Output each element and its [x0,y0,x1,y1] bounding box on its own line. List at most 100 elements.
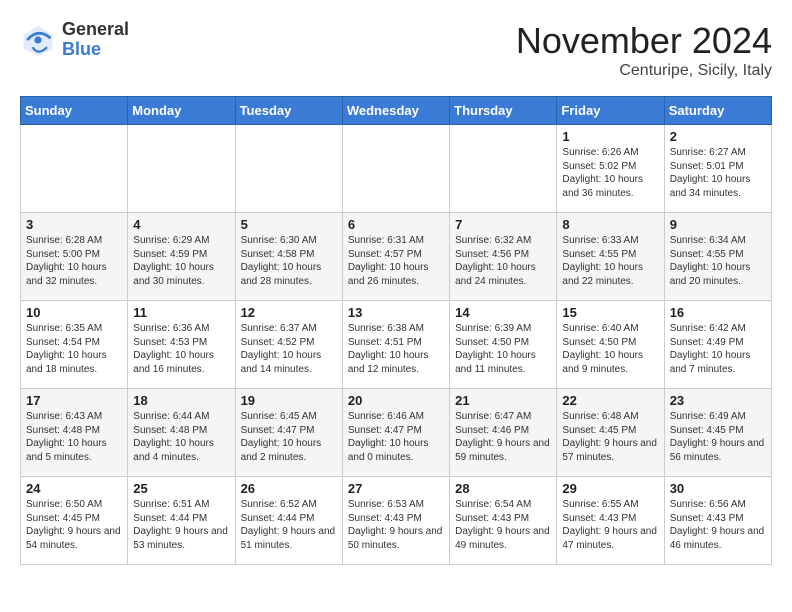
calendar-cell: 17 Sunrise: 6:43 AM Sunset: 4:48 PM Dayli… [21,389,128,477]
calendar-cell: 7Sunrise: 6:32 AM Sunset: 4:56 PM Daylig… [450,213,557,301]
day-number: 24 [26,481,122,496]
day-info: Sunrise: 6:37 AM Sunset: 4:52 PM Dayligh… [241,322,337,376]
day-number: 23 [670,393,766,408]
calendar-cell [450,125,557,213]
calendar-cell: 3 Sunrise: 6:28 AM Sunset: 5:00 PM Daylig… [21,213,128,301]
day-number: 16 [670,305,766,320]
day-header-friday: Friday [557,97,664,125]
day-number: 21 [455,393,551,408]
day-info: Sunrise: 6:51 AM Sunset: 4:44 PM Dayligh… [133,498,229,552]
calendar-cell: 26 Sunrise: 6:52 AM Sunset: 4:44 PM Dayli… [235,477,342,565]
calendar-cell: 12 Sunrise: 6:37 AM Sunset: 4:52 PM Dayli… [235,301,342,389]
day-info: Sunrise: 6:30 AM Sunset: 4:58 PM Dayligh… [241,234,337,288]
calendar-cell [235,125,342,213]
day-number: 14 [455,305,551,320]
day-info: Sunrise: 6:32 AM Sunset: 4:56 PM Dayligh… [455,234,551,288]
calendar-cell: 18 Sunrise: 6:44 AM Sunset: 4:48 PM Dayli… [128,389,235,477]
day-number: 26 [241,481,337,496]
day-number: 15 [562,305,658,320]
day-number: 9 [670,217,766,232]
calendar-cell: 25 Sunrise: 6:51 AM Sunset: 4:44 PM Dayli… [128,477,235,565]
day-header-wednesday: Wednesday [342,97,449,125]
day-info: Sunrise: 6:56 AM Sunset: 4:43 PM Dayligh… [670,498,766,552]
calendar-cell: 29Sunrise: 6:55 AM Sunset: 4:43 PM Dayli… [557,477,664,565]
calendar-cell: 30 Sunrise: 6:56 AM Sunset: 4:43 PM Dayli… [664,477,771,565]
day-info: Sunrise: 6:46 AM Sunset: 4:47 PM Dayligh… [348,410,444,464]
calendar-cell: 28 Sunrise: 6:54 AM Sunset: 4:43 PM Dayli… [450,477,557,565]
calendar-cell: 5 Sunrise: 6:30 AM Sunset: 4:58 PM Daylig… [235,213,342,301]
day-number: 2 [670,129,766,144]
calendar-week-3: 10Sunrise: 6:35 AM Sunset: 4:54 PM Dayli… [21,301,772,389]
page-header: General Blue November 2024 Centuripe, Si… [20,20,772,80]
calendar-cell: 15Sunrise: 6:40 AM Sunset: 4:50 PM Dayli… [557,301,664,389]
calendar-cell: 27 Sunrise: 6:53 AM Sunset: 4:43 PM Dayli… [342,477,449,565]
day-info: Sunrise: 6:49 AM Sunset: 4:45 PM Dayligh… [670,410,766,464]
logo-icon [20,22,56,58]
calendar-cell: 13 Sunrise: 6:38 AM Sunset: 4:51 PM Dayli… [342,301,449,389]
day-number: 12 [241,305,337,320]
day-number: 28 [455,481,551,496]
day-number: 19 [241,393,337,408]
logo-blue: Blue [62,40,129,60]
calendar-cell: 22 Sunrise: 6:48 AM Sunset: 4:45 PM Dayli… [557,389,664,477]
day-info: Sunrise: 6:27 AM Sunset: 5:01 PM Dayligh… [670,146,766,200]
day-number: 3 [26,217,122,232]
day-header-monday: Monday [128,97,235,125]
calendar-cell: 19Sunrise: 6:45 AM Sunset: 4:47 PM Dayli… [235,389,342,477]
day-number: 25 [133,481,229,496]
calendar-week-1: 1 Sunrise: 6:26 AM Sunset: 5:02 PM Daylig… [21,125,772,213]
day-number: 8 [562,217,658,232]
logo-general: General [62,20,129,40]
day-info: Sunrise: 6:52 AM Sunset: 4:44 PM Dayligh… [241,498,337,552]
day-number: 20 [348,393,444,408]
day-header-saturday: Saturday [664,97,771,125]
calendar-cell: 1 Sunrise: 6:26 AM Sunset: 5:02 PM Daylig… [557,125,664,213]
day-info: Sunrise: 6:31 AM Sunset: 4:57 PM Dayligh… [348,234,444,288]
calendar-cell: 8Sunrise: 6:33 AM Sunset: 4:55 PM Daylig… [557,213,664,301]
calendar-cell: 20 Sunrise: 6:46 AM Sunset: 4:47 PM Dayli… [342,389,449,477]
calendar-cell [342,125,449,213]
day-number: 5 [241,217,337,232]
day-info: Sunrise: 6:38 AM Sunset: 4:51 PM Dayligh… [348,322,444,376]
day-header-sunday: Sunday [21,97,128,125]
title-block: November 2024 Centuripe, Sicily, Italy [516,20,772,80]
day-info: Sunrise: 6:53 AM Sunset: 4:43 PM Dayligh… [348,498,444,552]
day-number: 4 [133,217,229,232]
day-number: 22 [562,393,658,408]
day-info: Sunrise: 6:26 AM Sunset: 5:02 PM Dayligh… [562,146,658,200]
day-number: 10 [26,305,122,320]
location: Centuripe, Sicily, Italy [516,62,772,80]
calendar-table: SundayMondayTuesdayWednesdayThursdayFrid… [20,96,772,565]
day-info: Sunrise: 6:39 AM Sunset: 4:50 PM Dayligh… [455,322,551,376]
day-number: 27 [348,481,444,496]
day-info: Sunrise: 6:48 AM Sunset: 4:45 PM Dayligh… [562,410,658,464]
calendar-cell: 16Sunrise: 6:42 AM Sunset: 4:49 PM Dayli… [664,301,771,389]
day-info: Sunrise: 6:44 AM Sunset: 4:48 PM Dayligh… [133,410,229,464]
day-number: 30 [670,481,766,496]
day-info: Sunrise: 6:54 AM Sunset: 4:43 PM Dayligh… [455,498,551,552]
calendar-cell [21,125,128,213]
day-number: 17 [26,393,122,408]
day-info: Sunrise: 6:34 AM Sunset: 4:55 PM Dayligh… [670,234,766,288]
calendar-cell: 9 Sunrise: 6:34 AM Sunset: 4:55 PM Daylig… [664,213,771,301]
calendar-cell: 4 Sunrise: 6:29 AM Sunset: 4:59 PM Daylig… [128,213,235,301]
day-info: Sunrise: 6:55 AM Sunset: 4:43 PM Dayligh… [562,498,658,552]
day-number: 18 [133,393,229,408]
calendar-header-row: SundayMondayTuesdayWednesdayThursdayFrid… [21,97,772,125]
calendar-cell: 24 Sunrise: 6:50 AM Sunset: 4:45 PM Dayli… [21,477,128,565]
calendar-cell: 2 Sunrise: 6:27 AM Sunset: 5:01 PM Daylig… [664,125,771,213]
day-info: Sunrise: 6:36 AM Sunset: 4:53 PM Dayligh… [133,322,229,376]
calendar-cell: 10Sunrise: 6:35 AM Sunset: 4:54 PM Dayli… [21,301,128,389]
day-number: 11 [133,305,229,320]
day-info: Sunrise: 6:29 AM Sunset: 4:59 PM Dayligh… [133,234,229,288]
day-info: Sunrise: 6:28 AM Sunset: 5:00 PM Dayligh… [26,234,122,288]
day-header-thursday: Thursday [450,97,557,125]
day-info: Sunrise: 6:43 AM Sunset: 4:48 PM Dayligh… [26,410,122,464]
calendar-cell: 21Sunrise: 6:47 AM Sunset: 4:46 PM Dayli… [450,389,557,477]
day-number: 1 [562,129,658,144]
day-info: Sunrise: 6:50 AM Sunset: 4:45 PM Dayligh… [26,498,122,552]
calendar-cell [128,125,235,213]
calendar-week-2: 3 Sunrise: 6:28 AM Sunset: 5:00 PM Daylig… [21,213,772,301]
day-number: 13 [348,305,444,320]
calendar-week-4: 17 Sunrise: 6:43 AM Sunset: 4:48 PM Dayli… [21,389,772,477]
